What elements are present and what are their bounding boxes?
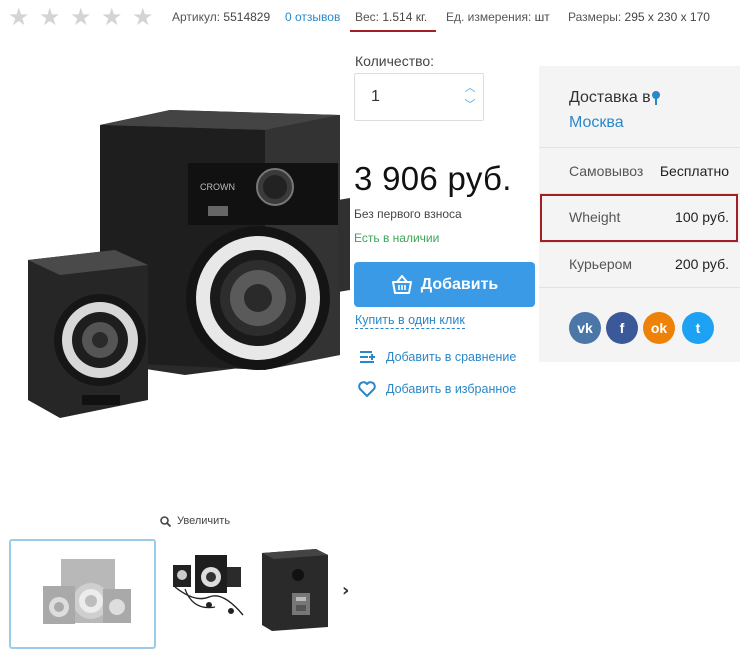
quantity-label: Количество: xyxy=(355,53,435,69)
compare-label[interactable]: Добавить в сравнение xyxy=(386,350,516,364)
add-button-label: Добавить xyxy=(420,275,499,293)
star-icon[interactable]: ★ xyxy=(101,5,123,29)
magnifier-icon xyxy=(160,515,171,527)
location-pin-icon xyxy=(651,91,660,105)
thumbnail-1[interactable] xyxy=(9,539,156,649)
odnoklassniki-share-icon[interactable]: ok xyxy=(643,312,675,344)
delivery-row-courier: Курьером 200 руб. xyxy=(569,256,729,272)
buy-one-click-link[interactable]: Купить в один клик xyxy=(355,313,465,329)
divider xyxy=(539,287,740,288)
rating-stars[interactable]: ★ ★ ★ ★ ★ xyxy=(8,5,154,29)
delivery-row-value: 200 руб. xyxy=(675,256,729,272)
brand-label: CROWN xyxy=(200,182,235,192)
weight-info: Вес: 1.514 кг. xyxy=(355,10,427,24)
quantity-value[interactable]: 1 xyxy=(371,88,380,106)
unit-label: Ед. измерения: xyxy=(446,10,532,24)
delivery-title-text: Доставка в xyxy=(569,89,651,106)
divider xyxy=(539,147,740,148)
weight-label: Вес: xyxy=(355,10,380,24)
thumbnail-2[interactable] xyxy=(165,545,245,620)
product-price: 3 906 руб. xyxy=(354,160,512,197)
divider xyxy=(539,242,740,243)
unit-info: Ед. измерения: шт xyxy=(446,10,550,24)
delivery-title: Доставка в xyxy=(569,89,661,107)
product-main-image[interactable]: CROWN xyxy=(20,100,350,430)
add-to-compare-link[interactable]: Добавить в сравнение xyxy=(358,349,516,365)
add-to-cart-button[interactable]: Добавить xyxy=(354,262,535,307)
weight-underline xyxy=(350,30,436,32)
size-label: Размеры: xyxy=(568,10,622,24)
chevron-down-icon[interactable]: ﹀ xyxy=(463,98,477,112)
delivery-row-pickup: Самовывоз Бесплатно xyxy=(569,163,729,179)
weight-value: 1.514 кг. xyxy=(382,10,428,24)
compare-icon xyxy=(360,351,375,363)
add-to-favorites-link[interactable]: Добавить в избранное xyxy=(358,381,516,397)
reviews-link[interactable]: 0 отзывов xyxy=(285,10,340,24)
size-value: 295 x 230 x 170 xyxy=(624,10,710,24)
article-info: Артикул: 5514829 xyxy=(172,10,270,24)
delivery-city-link[interactable]: Москва xyxy=(569,114,624,132)
no-upfront-text: Без первого взноса xyxy=(354,207,462,221)
star-icon[interactable]: ★ xyxy=(70,5,92,29)
thumbnail-3[interactable] xyxy=(256,545,332,635)
basket-icon xyxy=(391,274,412,294)
quantity-stepper[interactable]: 1 ︿ ﹀ xyxy=(354,73,484,121)
star-icon[interactable]: ★ xyxy=(132,5,154,29)
delivery-row-label: Самовывоз xyxy=(569,163,644,179)
size-info: Размеры: 295 x 230 x 170 xyxy=(568,10,710,24)
heart-icon xyxy=(358,381,376,397)
zoom-label[interactable]: Увеличить xyxy=(177,515,230,527)
zoom-link[interactable]: Увеличить xyxy=(160,515,230,527)
facebook-share-icon[interactable]: f xyxy=(606,312,638,344)
reviews-link-wrap[interactable]: 0 отзывов xyxy=(285,10,340,24)
vk-share-icon[interactable]: vk xyxy=(569,312,601,344)
stock-status: Есть в наличии xyxy=(354,231,440,245)
star-icon[interactable]: ★ xyxy=(39,5,61,29)
delivery-row-value: Бесплатно xyxy=(659,163,729,179)
highlight-box xyxy=(540,194,738,242)
star-icon[interactable]: ★ xyxy=(8,5,30,29)
delivery-row-label: Курьером xyxy=(569,256,633,272)
chevron-right-icon[interactable]: › xyxy=(342,580,358,601)
article-label: Артикул: xyxy=(172,10,221,24)
twitter-share-icon[interactable]: t xyxy=(682,312,714,344)
unit-value: шт xyxy=(534,10,550,24)
favorite-label[interactable]: Добавить в избранное xyxy=(386,382,516,396)
chevron-up-icon[interactable]: ︿ xyxy=(463,81,477,95)
article-value: 5514829 xyxy=(223,10,271,24)
